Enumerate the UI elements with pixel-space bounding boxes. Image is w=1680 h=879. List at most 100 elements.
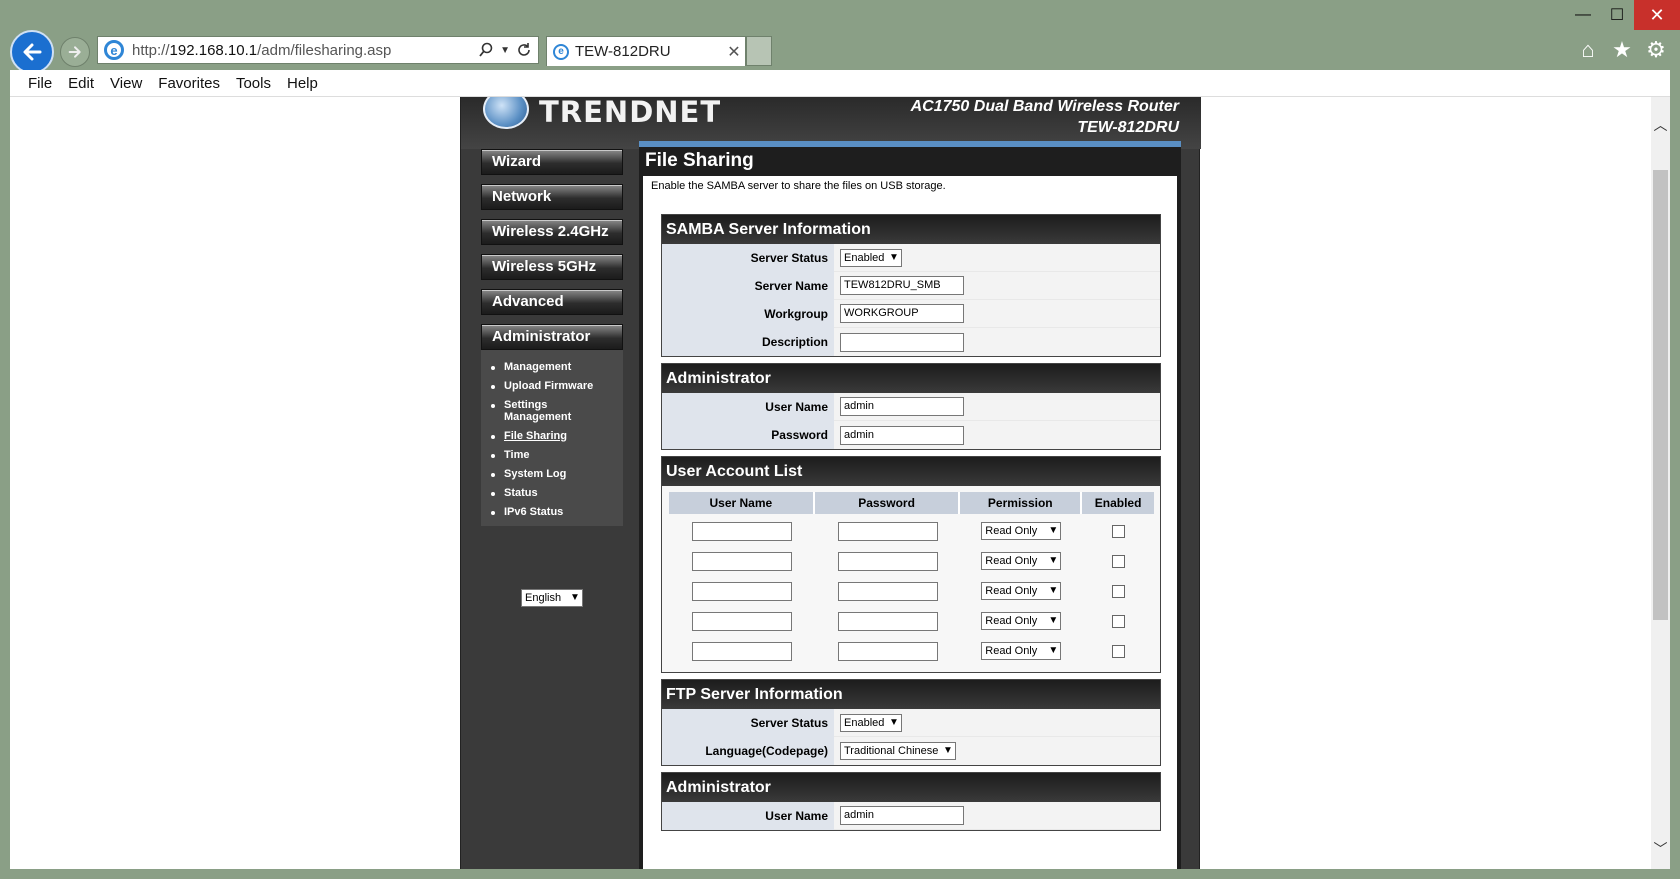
submenu-upload-firmware[interactable]: Upload Firmware bbox=[481, 377, 623, 396]
vertical-scrollbar[interactable]: ︿ ﹀ bbox=[1651, 97, 1670, 869]
enabled-checkbox[interactable] bbox=[1111, 644, 1125, 658]
favorites-star-icon[interactable]: ★ bbox=[1610, 37, 1634, 62]
admin-user-label: User Name bbox=[662, 392, 834, 421]
submenu-status[interactable]: Status bbox=[481, 484, 623, 503]
close-button[interactable]: ✕ bbox=[1634, 0, 1680, 30]
ftp-language-select[interactable]: Traditional Chinese ▼ bbox=[840, 742, 956, 760]
forward-button[interactable] bbox=[60, 37, 90, 67]
permission-select[interactable]: Read Only ▼ bbox=[981, 642, 1062, 660]
form-row: Server Status Enabled ▼ bbox=[662, 708, 1160, 737]
server-name-input[interactable]: TEW812DRU_SMB bbox=[840, 276, 964, 295]
nav-wizard[interactable]: Wizard bbox=[481, 149, 623, 175]
form-row: Server Name TEW812DRU_SMB bbox=[662, 271, 1160, 300]
account-password-input[interactable] bbox=[837, 521, 938, 541]
admin-user-input[interactable]: admin bbox=[840, 397, 964, 416]
nav-advanced[interactable]: Advanced bbox=[481, 289, 623, 315]
ftp-section: FTP Server Information Server Status Ena… bbox=[661, 679, 1161, 766]
maximize-button[interactable]: ☐ bbox=[1600, 0, 1634, 30]
chevron-down-icon: ▼ bbox=[1048, 555, 1059, 566]
permission-select[interactable]: Read Only ▼ bbox=[981, 522, 1062, 540]
minimize-button[interactable]: — bbox=[1566, 0, 1600, 30]
bullet-icon bbox=[491, 511, 495, 515]
account-user-input[interactable] bbox=[691, 581, 792, 601]
nav-network[interactable]: Network bbox=[481, 184, 623, 210]
permission-select[interactable]: Read Only ▼ bbox=[981, 552, 1062, 570]
samba-section-title: SAMBA Server Information bbox=[662, 215, 1160, 244]
form-row: Password admin bbox=[662, 421, 1160, 449]
submenu-file-sharing[interactable]: File Sharing bbox=[481, 427, 623, 446]
ftp-admin-user-input[interactable]: admin bbox=[840, 806, 964, 825]
chevron-down-icon: ▼ bbox=[1048, 645, 1059, 656]
bullet-icon bbox=[491, 435, 495, 439]
nav-wireless-24ghz[interactable]: Wireless 2.4GHz bbox=[481, 219, 623, 245]
permission-select[interactable]: Read Only ▼ bbox=[981, 582, 1062, 600]
menu-file[interactable]: File bbox=[28, 75, 52, 92]
refresh-icon[interactable] bbox=[516, 42, 532, 58]
server-name-label: Server Name bbox=[662, 271, 834, 300]
tab-title: TEW-812DRU bbox=[575, 43, 671, 60]
menu-edit[interactable]: Edit bbox=[68, 75, 94, 92]
enabled-checkbox[interactable] bbox=[1111, 614, 1125, 628]
tab-close-icon[interactable]: ✕ bbox=[723, 42, 745, 62]
bullet-icon bbox=[491, 404, 495, 408]
submenu-management[interactable]: Management bbox=[481, 358, 623, 377]
admin-section-title: Administrator bbox=[662, 364, 1160, 393]
browser-tab[interactable]: e TEW-812DRU ✕ bbox=[546, 36, 746, 66]
dropdown-icon[interactable]: ▼ bbox=[500, 45, 510, 56]
ftp-language-label: Language(Codepage) bbox=[662, 737, 834, 765]
account-password-input[interactable] bbox=[837, 581, 938, 601]
home-icon[interactable]: ⌂ bbox=[1576, 37, 1600, 62]
ftp-admin-section: Administrator User Name admin bbox=[661, 772, 1161, 831]
form-row: User Name admin bbox=[662, 801, 1160, 830]
menu-help[interactable]: Help bbox=[287, 75, 318, 92]
account-password-input[interactable] bbox=[837, 551, 938, 571]
description-input[interactable] bbox=[840, 332, 964, 352]
account-password-input[interactable] bbox=[837, 641, 938, 661]
url-text[interactable]: http://192.168.10.1/adm/filesharing.asp bbox=[132, 42, 478, 59]
submenu-ipv6-status[interactable]: IPv6 Status bbox=[481, 503, 623, 522]
scrollbar-thumb[interactable] bbox=[1653, 170, 1668, 620]
col-user-name: User Name bbox=[669, 492, 815, 514]
table-row: Read Only ▼ bbox=[669, 546, 1154, 576]
trendnet-logo-icon bbox=[483, 97, 529, 129]
col-permission: Permission bbox=[960, 492, 1083, 514]
admin-password-input[interactable]: admin bbox=[840, 425, 964, 445]
chevron-down-icon: ▼ bbox=[1048, 585, 1059, 596]
submenu-settings-management[interactable]: Settings Management bbox=[481, 396, 623, 427]
chevron-down-icon: ▼ bbox=[1048, 525, 1059, 536]
permission-select[interactable]: Read Only ▼ bbox=[981, 612, 1062, 630]
account-user-input[interactable] bbox=[691, 521, 792, 541]
menu-view[interactable]: View bbox=[110, 75, 142, 92]
menu-tools[interactable]: Tools bbox=[236, 75, 271, 92]
user-account-section: User Account List User Name Password Per… bbox=[661, 456, 1161, 673]
nav-wireless-5ghz[interactable]: Wireless 5GHz bbox=[481, 254, 623, 280]
menu-favorites[interactable]: Favorites bbox=[158, 75, 220, 92]
search-icon[interactable] bbox=[478, 42, 494, 58]
chevron-down-icon: ▼ bbox=[889, 251, 899, 263]
scroll-up-icon[interactable]: ︿ bbox=[1651, 113, 1670, 137]
scroll-down-icon[interactable]: ﹀ bbox=[1651, 837, 1670, 861]
account-user-input[interactable] bbox=[691, 611, 792, 631]
enabled-checkbox[interactable] bbox=[1111, 584, 1125, 598]
nav-administrator[interactable]: Administrator bbox=[481, 324, 623, 350]
settings-gear-icon[interactable]: ⚙ bbox=[1644, 37, 1668, 62]
ftp-status-select[interactable]: Enabled ▼ bbox=[840, 713, 902, 732]
account-user-input[interactable] bbox=[691, 551, 792, 571]
browser-titlebar: — ☐ ✕ e http://192.168.10.1/adm/fileshar… bbox=[0, 0, 1680, 74]
submenu-time[interactable]: Time bbox=[481, 446, 623, 465]
enabled-checkbox[interactable] bbox=[1111, 524, 1125, 538]
address-bar[interactable]: e http://192.168.10.1/adm/filesharing.as… bbox=[97, 36, 539, 64]
samba-status-select[interactable]: Enabled ▼ bbox=[840, 248, 902, 267]
language-select[interactable]: English ▼ bbox=[521, 589, 583, 607]
workgroup-input[interactable]: WORKGROUP bbox=[840, 304, 964, 323]
form-row: User Name admin bbox=[662, 392, 1160, 421]
submenu-system-log[interactable]: System Log bbox=[481, 465, 623, 484]
description-label: Description bbox=[662, 328, 834, 356]
account-password-input[interactable] bbox=[837, 611, 938, 631]
enabled-checkbox[interactable] bbox=[1111, 554, 1125, 568]
samba-status-label: Server Status bbox=[662, 243, 834, 272]
samba-section: SAMBA Server Information Server Status E… bbox=[661, 214, 1161, 357]
new-tab-button[interactable] bbox=[746, 36, 772, 66]
account-user-input[interactable] bbox=[691, 641, 792, 661]
back-button[interactable] bbox=[10, 30, 54, 74]
